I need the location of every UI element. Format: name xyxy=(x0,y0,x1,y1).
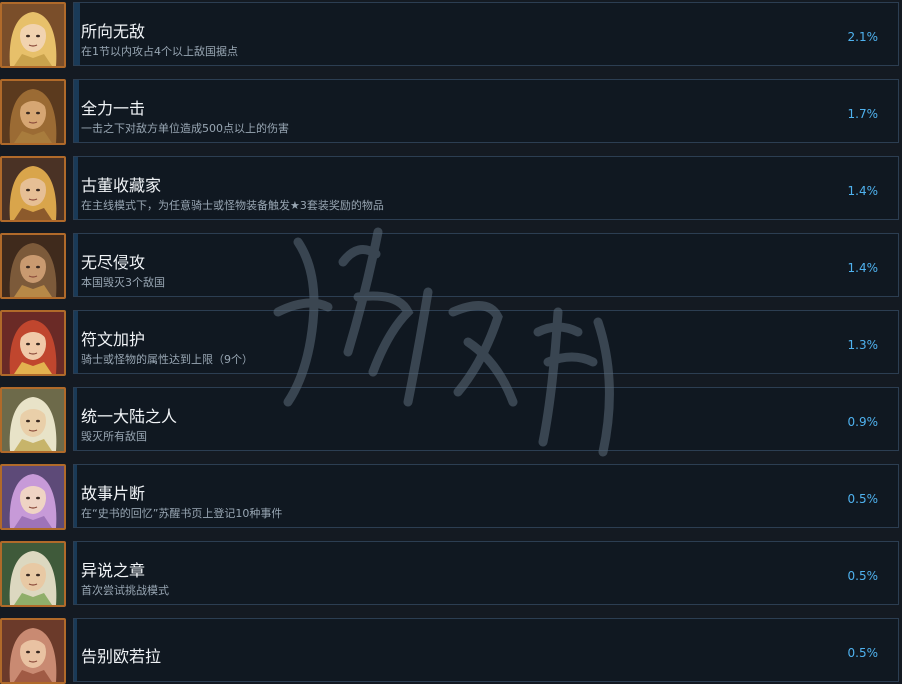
achievement-title: 统一大陆之人 xyxy=(81,407,178,426)
progress-bar xyxy=(74,619,77,681)
achievement-title: 异说之章 xyxy=(81,561,146,580)
portrait-icon xyxy=(2,620,64,682)
portrait-icon xyxy=(2,389,64,451)
portrait-icon xyxy=(2,466,64,528)
achievement-row: 无尽侵攻 本国毁灭3个敌国 1.4% xyxy=(0,233,902,299)
unlock-percent: 1.3% xyxy=(847,338,879,352)
achievement-row: 符文加护 骑士或怪物的属性达到上限（9个） 1.3% xyxy=(0,310,902,376)
portrait-icon xyxy=(2,543,64,605)
achievement-title: 告别欧若拉 xyxy=(81,647,162,666)
achievement-card[interactable]: 古董收藏家 在主线模式下，为任意骑士或怪物装备触发★3套装奖励的物品 1.4% xyxy=(73,156,899,220)
unlock-percent: 1.4% xyxy=(847,261,879,275)
achievement-description: 在主线模式下，为任意骑士或怪物装备触发★3套装奖励的物品 xyxy=(81,199,384,212)
achievement-title: 所向无敌 xyxy=(81,22,146,41)
progress-bar xyxy=(74,542,77,604)
achievement-icon xyxy=(0,79,66,145)
achievement-description: 一击之下对敌方单位造成500点以上的伤害 xyxy=(81,122,289,135)
progress-bar xyxy=(74,311,78,373)
achievement-card[interactable]: 告别欧若拉 0.5% xyxy=(73,618,899,682)
achievement-description: 在1节以内攻占4个以上敌国据点 xyxy=(81,45,238,58)
achievement-row: 告别欧若拉 0.5% xyxy=(0,618,902,684)
unlock-percent: 1.4% xyxy=(847,184,879,198)
achievement-title: 符文加护 xyxy=(81,330,146,349)
unlock-percent: 1.7% xyxy=(847,107,879,121)
achievement-row: 所向无敌 在1节以内攻占4个以上敌国据点 2.1% xyxy=(0,2,902,68)
portrait-icon xyxy=(2,312,64,374)
unlock-percent: 0.5% xyxy=(847,492,879,506)
portrait-icon xyxy=(2,81,64,143)
achievement-icon xyxy=(0,464,66,530)
achievement-card[interactable]: 全力一击 一击之下对敌方单位造成500点以上的伤害 1.7% xyxy=(73,79,899,143)
achievement-title: 无尽侵攻 xyxy=(81,253,146,272)
achievement-description: 毁灭所有敌国 xyxy=(81,430,147,443)
achievement-icon xyxy=(0,618,66,684)
achievement-title: 故事片断 xyxy=(81,484,146,503)
achievement-card[interactable]: 符文加护 骑士或怪物的属性达到上限（9个） 1.3% xyxy=(73,310,899,374)
achievement-description: 骑士或怪物的属性达到上限（9个） xyxy=(81,353,253,366)
achievement-icon xyxy=(0,2,66,68)
unlock-percent: 0.5% xyxy=(847,646,879,660)
achievement-title: 全力一击 xyxy=(81,99,146,118)
portrait-icon xyxy=(2,158,64,220)
progress-bar xyxy=(74,465,77,527)
progress-bar xyxy=(74,234,78,296)
achievement-row: 古董收藏家 在主线模式下，为任意骑士或怪物装备触发★3套装奖励的物品 1.4% xyxy=(0,156,902,222)
progress-bar xyxy=(74,157,78,219)
achievement-icon xyxy=(0,156,66,222)
achievement-description: 首次尝试挑战模式 xyxy=(81,584,169,597)
progress-bar xyxy=(74,80,79,142)
achievement-title: 古董收藏家 xyxy=(81,176,162,195)
progress-bar xyxy=(74,388,77,450)
achievement-row: 全力一击 一击之下对敌方单位造成500点以上的伤害 1.7% xyxy=(0,79,902,145)
achievement-icon xyxy=(0,387,66,453)
achievement-icon xyxy=(0,233,66,299)
achievement-card[interactable]: 无尽侵攻 本国毁灭3个敌国 1.4% xyxy=(73,233,899,297)
achievement-row: 故事片断 在“史书的回忆”苏醒书页上登记10种事件 0.5% xyxy=(0,464,902,530)
achievement-icon xyxy=(0,541,66,607)
progress-bar xyxy=(74,3,80,65)
unlock-percent: 0.5% xyxy=(847,569,879,583)
unlock-percent: 0.9% xyxy=(847,415,879,429)
unlock-percent: 2.1% xyxy=(847,30,879,44)
achievement-card[interactable]: 统一大陆之人 毁灭所有敌国 0.9% xyxy=(73,387,899,451)
achievement-row: 异说之章 首次尝试挑战模式 0.5% xyxy=(0,541,902,607)
portrait-icon xyxy=(2,4,64,66)
achievement-card[interactable]: 异说之章 首次尝试挑战模式 0.5% xyxy=(73,541,899,605)
achievement-description: 在“史书的回忆”苏醒书页上登记10种事件 xyxy=(81,507,283,520)
portrait-icon xyxy=(2,235,64,297)
achievement-row: 统一大陆之人 毁灭所有敌国 0.9% xyxy=(0,387,902,453)
achievement-card[interactable]: 所向无敌 在1节以内攻占4个以上敌国据点 2.1% xyxy=(73,2,899,66)
achievement-card[interactable]: 故事片断 在“史书的回忆”苏醒书页上登记10种事件 0.5% xyxy=(73,464,899,528)
achievement-icon xyxy=(0,310,66,376)
achievement-description: 本国毁灭3个敌国 xyxy=(81,276,165,289)
